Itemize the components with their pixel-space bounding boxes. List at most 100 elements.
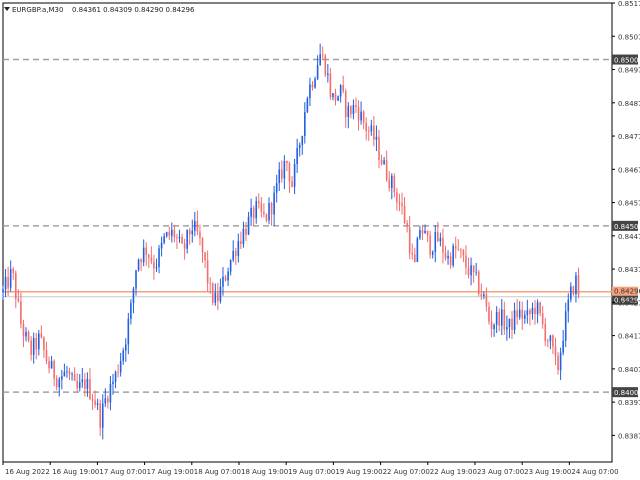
candle-body	[493, 324, 495, 330]
candle-body	[557, 356, 559, 371]
candle-body	[245, 228, 247, 235]
plot-area	[2, 2, 613, 463]
candle-body	[523, 315, 526, 319]
candle-body	[321, 54, 324, 56]
candle-body	[390, 175, 393, 189]
candle-body	[283, 160, 286, 179]
candle-body	[114, 372, 117, 382]
candle-body	[211, 283, 214, 303]
candle-body	[27, 332, 30, 341]
candle-body	[132, 288, 135, 304]
candle-body	[367, 130, 370, 132]
candle-body	[383, 160, 385, 165]
candle-body	[145, 247, 148, 255]
level-price-label: 0.84500	[614, 223, 640, 231]
candle-body	[199, 231, 201, 239]
candle-body	[503, 309, 506, 330]
candle-body	[373, 125, 375, 140]
candle-body	[165, 232, 168, 237]
candle-body	[43, 337, 45, 350]
candle-body	[206, 260, 209, 284]
candle-body	[194, 221, 196, 231]
candle-body	[449, 255, 452, 266]
candle-body	[534, 307, 536, 315]
candle-body	[20, 301, 22, 325]
candle-body	[477, 271, 480, 294]
candle-body	[327, 73, 329, 75]
level-price-label: 0.85000	[614, 57, 640, 65]
candle-body	[53, 360, 55, 379]
candle-body	[375, 136, 378, 140]
candle-body	[86, 378, 89, 389]
candle-body	[426, 230, 429, 236]
candle-body	[419, 230, 421, 239]
candle-body	[58, 379, 61, 388]
candle-body	[334, 93, 337, 101]
candle-body	[117, 372, 119, 373]
candle-body	[311, 84, 314, 88]
candle-body	[204, 252, 206, 261]
candle-body	[122, 350, 125, 361]
candle-body	[173, 229, 176, 238]
candle-body	[227, 271, 229, 281]
candle-body	[352, 105, 355, 114]
candle-body	[572, 286, 575, 295]
y-tick-label: 0.84170	[618, 333, 640, 341]
candle-body	[96, 403, 99, 405]
candle-body	[554, 346, 557, 357]
candle-body	[355, 105, 357, 107]
candle-body	[17, 299, 20, 302]
x-tick-label: 16 Aug 2022	[5, 468, 50, 476]
candle-body	[329, 73, 332, 98]
candle-body	[424, 230, 426, 234]
candle-up	[452, 243, 454, 268]
candle-body	[398, 202, 401, 204]
candle-body	[237, 240, 240, 256]
candle-body	[268, 203, 270, 221]
candle-body	[219, 286, 222, 302]
candle-body	[101, 403, 104, 428]
candle-body	[319, 54, 321, 66]
candle-body	[91, 399, 94, 401]
candle-body	[217, 292, 219, 302]
candle-body	[344, 91, 347, 118]
candle-body	[50, 360, 53, 369]
candle-body	[222, 276, 224, 287]
candle-body	[186, 229, 188, 249]
candle-body	[396, 192, 398, 203]
candle-body	[429, 235, 431, 255]
candle-down	[477, 269, 480, 297]
candle-body	[7, 276, 9, 288]
candle-body	[301, 135, 304, 146]
level-price-label: 0.84000	[614, 389, 640, 397]
candle-body	[567, 299, 570, 312]
candle-body	[298, 145, 301, 148]
candle-body	[286, 160, 288, 164]
price-chart[interactable]: EURGBP.a,M30 0.84361 0.84309 0.84290 0.8…	[0, 0, 640, 480]
candle-body	[465, 255, 467, 268]
candle-body	[480, 293, 483, 296]
chart-window: EURGBP.a,M30 0.84361 0.84309 0.84290 0.8…	[0, 0, 640, 480]
candle-body	[2, 289, 4, 293]
candle-body	[112, 381, 114, 385]
candle-up	[306, 96, 309, 114]
candle-body	[416, 238, 419, 263]
candle-body	[529, 310, 531, 314]
candle-body	[104, 398, 107, 404]
candle-body	[437, 231, 439, 242]
candle-body	[421, 230, 424, 234]
candle-body	[191, 230, 194, 235]
candle-body	[40, 333, 43, 338]
candle-body	[439, 237, 442, 242]
candle-body	[401, 203, 403, 206]
candle-body	[124, 344, 127, 351]
candle-body	[32, 338, 35, 355]
candle-body	[150, 257, 153, 262]
candle-body	[475, 271, 477, 273]
candle-body	[342, 85, 344, 92]
candle-body	[513, 310, 516, 331]
candle-down	[324, 53, 327, 78]
candle-up	[137, 258, 140, 272]
candle-body	[137, 259, 140, 271]
candle-body	[234, 250, 237, 256]
